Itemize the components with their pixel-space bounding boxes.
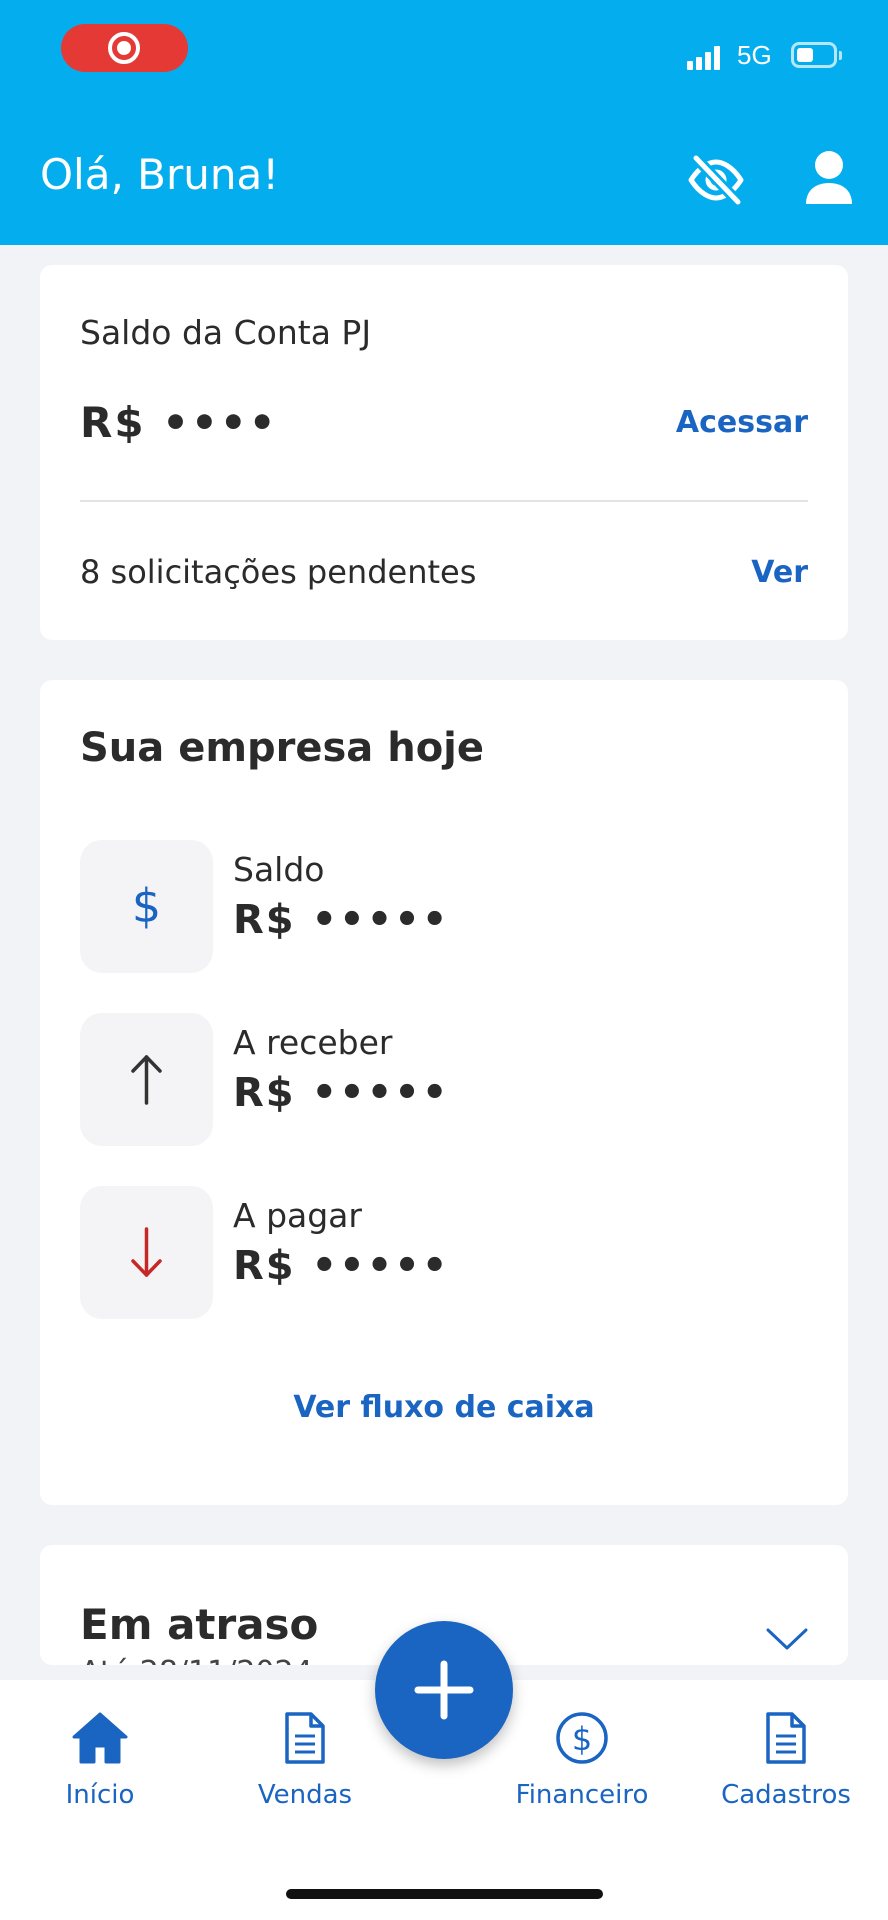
dollar-icon: $ bbox=[80, 840, 213, 973]
network-type: 5G bbox=[737, 40, 772, 70]
nav-label: Vendas bbox=[257, 1780, 353, 1810]
payable-amount: R$ ••••• bbox=[233, 1243, 450, 1289]
arrow-down-icon bbox=[80, 1186, 213, 1319]
overdue-title: Em atraso bbox=[80, 1600, 319, 1649]
arrow-up-icon bbox=[80, 1013, 213, 1146]
dollar-circle-icon: $ bbox=[510, 1710, 654, 1766]
signal-icon bbox=[687, 46, 723, 70]
plus-icon bbox=[414, 1660, 474, 1720]
receivable-amount: R$ ••••• bbox=[233, 1070, 450, 1116]
pending-requests-text: 8 solicitações pendentes bbox=[80, 553, 477, 591]
nav-item-inicio[interactable]: Início bbox=[54, 1710, 146, 1810]
home-indicator[interactable] bbox=[286, 1889, 603, 1899]
nav-label: Cadastros bbox=[721, 1780, 851, 1810]
receivable-label: A receber bbox=[233, 1023, 393, 1062]
battery-icon bbox=[791, 42, 842, 68]
section-title: Sua empresa hoje bbox=[80, 725, 485, 771]
account-balance-amount: R$ •••• bbox=[80, 398, 278, 447]
overdue-date: Até 28/11/2024 bbox=[80, 1655, 313, 1665]
add-button[interactable] bbox=[375, 1621, 513, 1759]
divider bbox=[80, 500, 808, 502]
cashflow-link[interactable]: Ver fluxo de caixa bbox=[40, 1390, 848, 1425]
svg-text:$: $ bbox=[572, 1720, 592, 1758]
nav-item-financeiro[interactable]: $ Financeiro bbox=[510, 1710, 654, 1810]
nav-label: Financeiro bbox=[515, 1780, 649, 1810]
svg-text:$: $ bbox=[132, 879, 161, 933]
screen-recording-icon[interactable] bbox=[61, 24, 188, 72]
home-icon bbox=[54, 1710, 146, 1766]
payable-label: A pagar bbox=[233, 1196, 362, 1235]
view-pending-link[interactable]: Ver bbox=[751, 555, 808, 590]
document-icon bbox=[245, 1710, 365, 1766]
account-title: Saldo da Conta PJ bbox=[80, 313, 372, 352]
nav-label: Início bbox=[65, 1780, 135, 1810]
access-account-link[interactable]: Acessar bbox=[676, 405, 808, 440]
document-icon bbox=[716, 1710, 856, 1766]
nav-item-vendas[interactable]: Vendas bbox=[245, 1710, 365, 1810]
greeting: Olá, Bruna! bbox=[40, 150, 280, 199]
nav-item-cadastros[interactable]: Cadastros bbox=[716, 1710, 856, 1810]
status-bar: 5G bbox=[0, 0, 888, 110]
company-today-card: Sua empresa hoje $ Saldo R$ ••••• A rece… bbox=[40, 680, 848, 1505]
balance-amount: R$ ••••• bbox=[233, 897, 450, 943]
chevron-down-icon[interactable] bbox=[766, 1627, 808, 1655]
eye-off-icon[interactable] bbox=[686, 150, 746, 210]
balance-label: Saldo bbox=[233, 850, 325, 889]
user-icon[interactable] bbox=[800, 148, 858, 208]
account-balance-card: Saldo da Conta PJ R$ •••• Acessar 8 soli… bbox=[40, 265, 848, 640]
app-header: Olá, Bruna! bbox=[0, 110, 888, 245]
